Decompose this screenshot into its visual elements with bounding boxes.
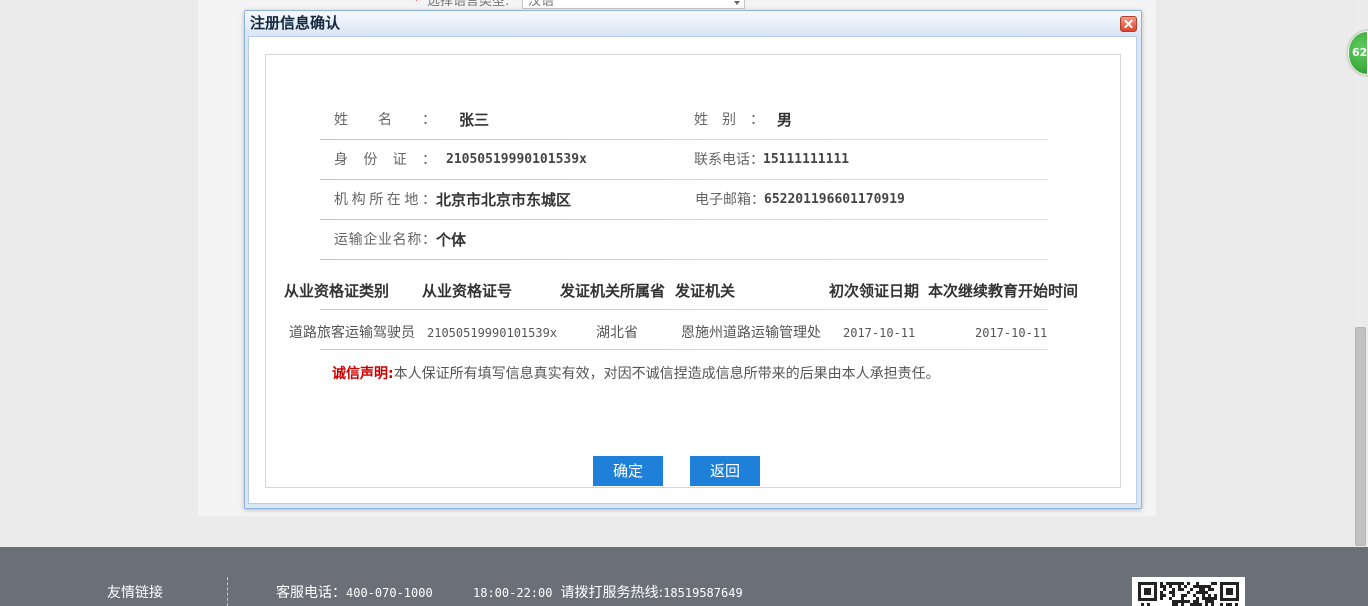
floating-badge-circle: 62 <box>1348 31 1368 75</box>
floating-badge[interactable]: 62 <box>1346 29 1368 77</box>
row-divider <box>320 139 1048 140</box>
table-header-issuer: 发证机关 <box>675 282 736 300</box>
table-header-cert-type: 从业资格证类别 <box>284 282 390 300</box>
gender-label: 姓别： <box>694 112 764 128</box>
customer-phone-label: 客服电话： <box>276 585 346 601</box>
id-value: 21050519990101539x <box>446 152 587 167</box>
language-type-row: * 选择语言类型: 汉语 <box>405 0 750 10</box>
location-value: 北京市北京市东城区 <box>436 191 572 209</box>
registration-confirm-dialog: 注册信息确认 姓名： 张三 姓别： 男 身份证： 210505199901015… <box>244 10 1142 509</box>
location-label: 机构所在地： <box>334 192 436 208</box>
statement-text: 本人保证所有填写信息真实有效，对因不诚信捏造成信息所带来的后果由本人承担责任。 <box>393 366 940 382</box>
footer: 友情链接 客服电话：400-070-1000 18:00-22:00 请拨打服务热… <box>0 547 1368 606</box>
service-hotline: 18:00-22:00 请拨打服务热线:18519587649 <box>473 585 743 601</box>
table-header-first-issue-date: 初次领证日期 <box>829 282 920 300</box>
dialog-title: 注册信息确认 <box>250 14 341 32</box>
page: * 选择语言类型: 汉语 注册信息确认 姓名： 张三 姓别： 男 身份证： 21… <box>0 0 1368 606</box>
required-mark: * <box>413 0 420 9</box>
qr-code <box>1132 577 1245 606</box>
row-divider <box>320 219 1048 220</box>
customer-phone-number: 400-070-1000 <box>346 586 433 600</box>
table-header-education-start: 本次继续教育开始时间 <box>928 282 1079 300</box>
table-cell-cert-type: 道路旅客运输驾驶员 <box>289 325 415 341</box>
id-label: 身份证： <box>334 152 436 168</box>
phone-label: 联系电话： <box>694 152 764 168</box>
statement-label: 诚信声明: <box>332 366 394 382</box>
scrollbar-thumb[interactable] <box>1355 327 1366 546</box>
back-button[interactable]: 返回 <box>690 456 760 486</box>
chevron-down-icon <box>734 1 740 5</box>
integrity-statement: 诚信声明:本人保证所有填写信息真实有效，对因不诚信捏造成信息所带来的后果由本人承… <box>332 364 940 384</box>
row-divider <box>320 259 1048 260</box>
language-type-label: 选择语言类型: <box>427 0 510 9</box>
email-value: 652201196601170919 <box>764 192 905 207</box>
info-panel: 姓名： 张三 姓别： 男 身份证： 21050519990101539x 联系电… <box>265 54 1121 488</box>
company-value: 个体 <box>436 231 467 249</box>
footer-divider <box>227 577 228 606</box>
language-type-value: 汉语 <box>528 0 555 9</box>
confirm-button[interactable]: 确定 <box>593 456 663 486</box>
floating-badge-count: 62 <box>1352 46 1368 59</box>
hotline-number: 18519587649 <box>663 586 743 600</box>
table-cell-cert-number: 21050519990101539x <box>427 326 558 340</box>
table-row-divider <box>320 349 1048 350</box>
close-button[interactable] <box>1120 16 1137 32</box>
hotline-label: 请拨打服务热线: <box>560 585 664 601</box>
friend-links-label[interactable]: 友情链接 <box>107 585 163 601</box>
name-value: 张三 <box>459 111 490 129</box>
table-cell-issuer-province: 湖北省 <box>596 325 638 341</box>
table-header-cert-number: 从业资格证号 <box>422 282 513 300</box>
table-header-issuer-province: 发证机关所属省 <box>560 282 666 300</box>
service-hours: 18:00-22:00 <box>473 586 553 600</box>
email-label: 电子邮箱： <box>695 192 765 208</box>
company-label: 运输企业名称： <box>334 232 436 248</box>
gender-value: 男 <box>777 111 793 129</box>
row-divider <box>320 179 1048 180</box>
qr-code-image <box>1132 577 1245 606</box>
dialog-titlebar[interactable]: 注册信息确认 <box>245 11 1141 36</box>
customer-phone: 客服电话：400-070-1000 <box>276 585 433 601</box>
table-cell-first-issue-date: 2017-10-11 <box>843 326 916 340</box>
table-cell-issuer: 恩施州道路运输管理处 <box>681 325 821 341</box>
language-type-select[interactable]: 汉语 <box>522 0 745 9</box>
phone-value: 15111111111 <box>763 152 850 167</box>
table-header-divider <box>320 309 1048 310</box>
close-icon <box>1121 17 1136 31</box>
name-label: 姓名： <box>334 112 436 128</box>
table-cell-education-start: 2017-10-11 <box>975 326 1048 340</box>
